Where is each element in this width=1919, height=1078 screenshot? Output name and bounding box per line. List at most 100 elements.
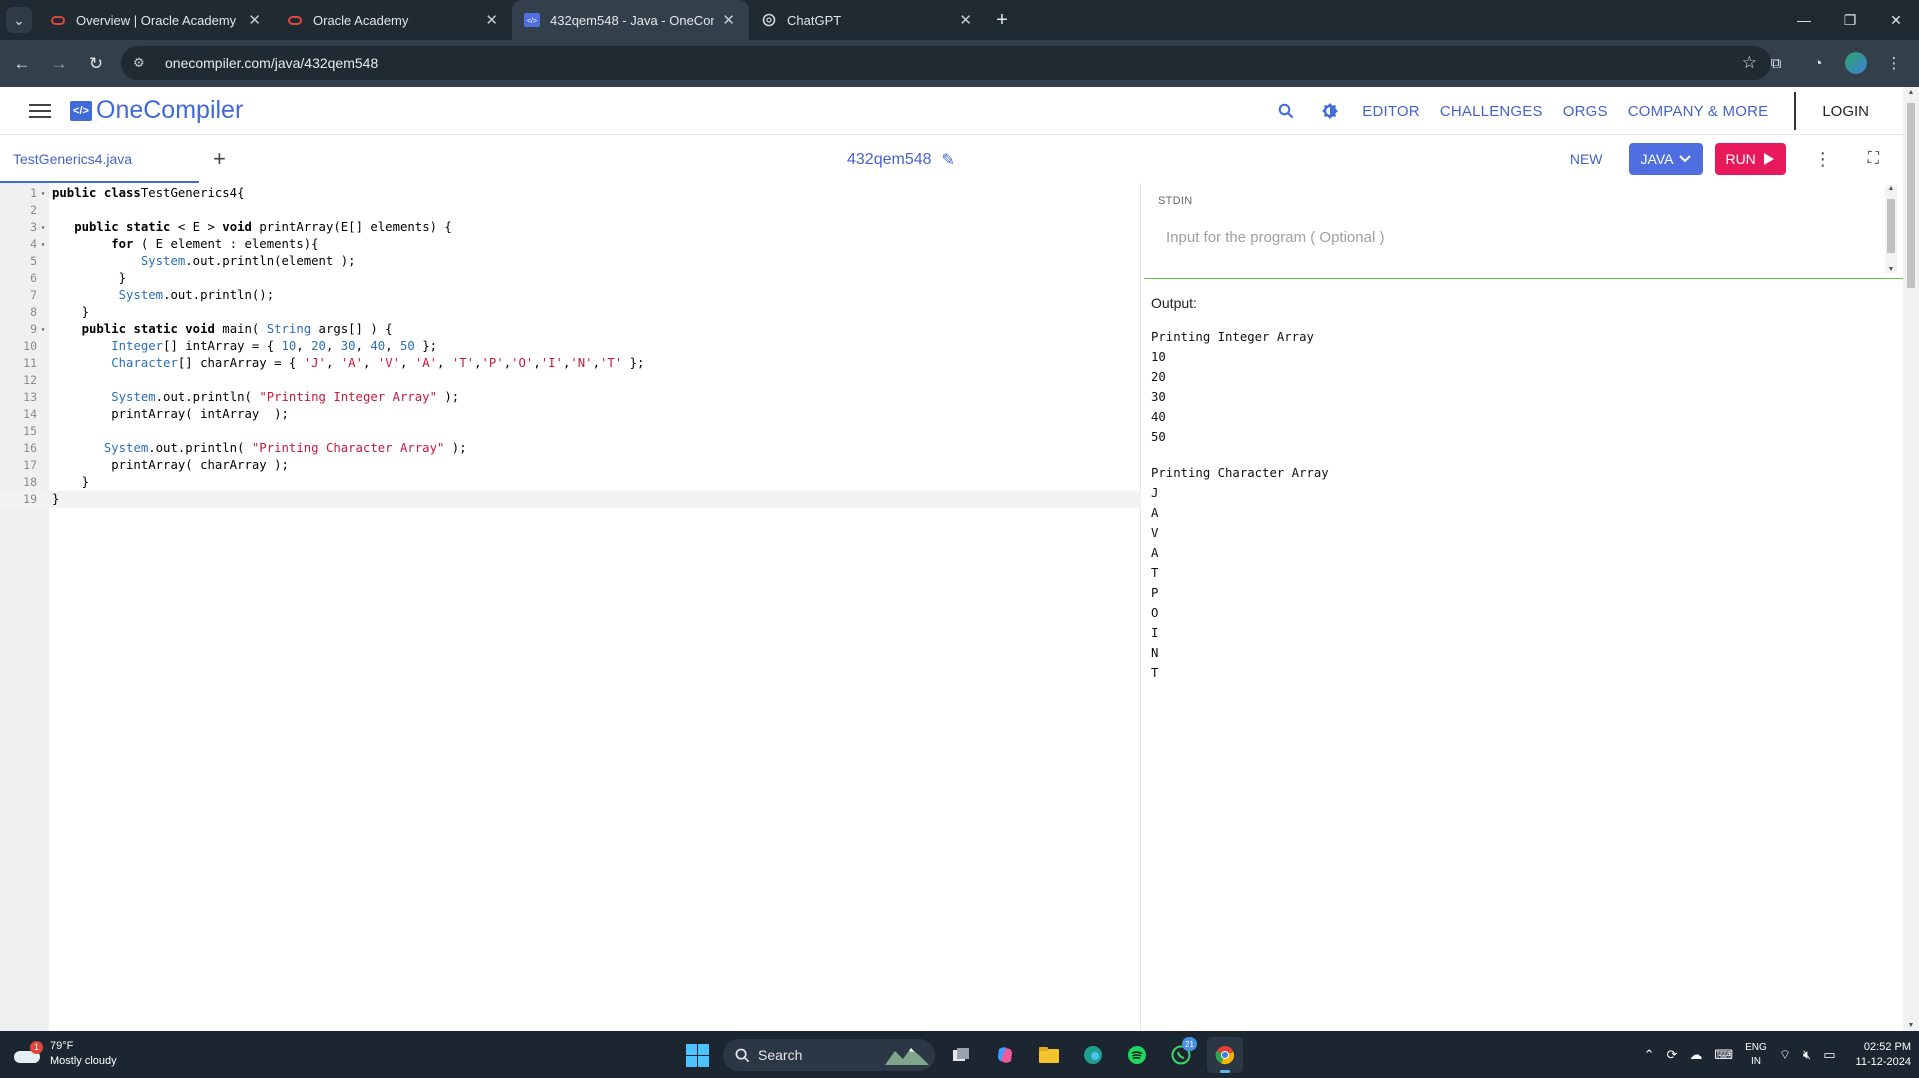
code-line[interactable]: 14 printArray( intArray ); xyxy=(0,406,1141,423)
scroll-up-arrow-icon[interactable]: ▲ xyxy=(1885,185,1897,192)
stdin-scrollbar[interactable]: ▲ ▼ xyxy=(1885,185,1897,273)
browser-tab-oracle-overview[interactable]: Overview | Oracle Academy ✕ xyxy=(38,0,275,40)
browser-menu-icon[interactable]: ⋮ xyxy=(1879,48,1909,78)
code-line[interactable]: 17 printArray( charArray ); xyxy=(0,457,1141,474)
code-token: [] charArray = { xyxy=(177,356,304,370)
battery-icon[interactable]: ▭ xyxy=(1823,1047,1835,1063)
code-token: 'O' xyxy=(511,356,534,370)
scroll-up-arrow-icon[interactable]: ▲ xyxy=(1903,89,1919,96)
new-button[interactable]: NEW xyxy=(1570,151,1603,167)
new-tab-button[interactable]: + xyxy=(986,0,1018,40)
chevron-up-icon[interactable]: ⌃ xyxy=(1644,1047,1655,1063)
nav-editor[interactable]: EDITOR xyxy=(1362,103,1420,120)
code-token: main( xyxy=(214,322,267,336)
code-line[interactable]: 12 xyxy=(0,372,1141,389)
search-icon[interactable] xyxy=(1264,103,1308,119)
fold-arrow-icon[interactable]: ▾ xyxy=(37,236,49,253)
keyboard-icon[interactable]: ⌨ xyxy=(1714,1047,1733,1063)
fold-arrow-icon[interactable]: ▾ xyxy=(37,185,49,202)
hamburger-menu-icon[interactable] xyxy=(29,103,51,118)
chrome-icon[interactable] xyxy=(1207,1037,1243,1073)
more-options-icon[interactable]: ⋮ xyxy=(1814,149,1832,170)
weather-widget[interactable]: 1 79°F Mostly cloudy xyxy=(14,1039,117,1069)
code-line[interactable]: 3 ▾ public static < E > void printArray(E… xyxy=(0,219,1141,236)
close-icon[interactable]: ✕ xyxy=(959,11,972,29)
forward-arrow-icon[interactable]: → xyxy=(44,49,74,79)
nav-orgs[interactable]: ORGS xyxy=(1563,103,1608,120)
fold-arrow-icon[interactable]: ▾ xyxy=(37,219,49,236)
url-input[interactable]: ⚙ onecompiler.com/java/432qem548 ☆ xyxy=(121,46,1771,80)
nav-challenges[interactable]: CHALLENGES xyxy=(1440,103,1543,120)
copilot-icon[interactable] xyxy=(987,1037,1023,1073)
theme-toggle-icon[interactable] xyxy=(1308,102,1352,120)
back-arrow-icon[interactable]: ← xyxy=(7,49,37,79)
code-line[interactable]: 8 } xyxy=(0,304,1141,321)
close-window-icon[interactable]: ✕ xyxy=(1873,0,1919,40)
clock[interactable]: 02:52 PM 11-12-2024 xyxy=(1856,1040,1911,1070)
code-line[interactable]: 7 System.out.println(); xyxy=(0,287,1141,304)
edge-icon[interactable] xyxy=(1075,1037,1111,1073)
site-info-icon[interactable]: ⚙ xyxy=(133,55,151,71)
language-indicator[interactable]: ENG IN xyxy=(1745,1041,1767,1069)
code-line[interactable]: 19} xyxy=(0,491,1141,508)
code-line[interactable]: 5 System.out.println(element ); xyxy=(0,253,1141,270)
profile-avatar-icon[interactable] xyxy=(1845,52,1867,74)
extensions-puzzle-icon[interactable]: ⧉ xyxy=(1761,48,1791,78)
code-line[interactable]: 6 } xyxy=(0,270,1141,287)
code-line[interactable]: 1 ▾ public classTestGenerics4{ xyxy=(0,185,1141,202)
fullscreen-icon[interactable]: ⛶ xyxy=(1868,150,1879,168)
code-line[interactable]: 11 Character[] charArray = { 'J', 'A', '… xyxy=(0,355,1141,372)
tab-search-button[interactable]: ⌄ xyxy=(0,0,38,40)
volume-muted-icon[interactable]: 🔇︎ xyxy=(1803,1047,1811,1063)
close-icon[interactable]: ✕ xyxy=(248,11,261,29)
file-explorer-icon[interactable] xyxy=(1031,1037,1067,1073)
code-line[interactable]: 13 System.out.println( "Printing Integer… xyxy=(0,389,1141,406)
reload-icon[interactable]: ↻ xyxy=(81,49,111,79)
restore-icon[interactable]: ❐ xyxy=(1827,0,1873,40)
scroll-down-arrow-icon[interactable]: ▼ xyxy=(1885,266,1897,273)
sync-icon[interactable]: ⟳ xyxy=(1666,1047,1677,1063)
stdin-input[interactable]: Input for the program ( Optional ) xyxy=(1166,229,1384,246)
wifi-icon[interactable]: ⌔ xyxy=(1779,1047,1791,1063)
code-lines[interactable]: 1 ▾ public classTestGenerics4{2 3 ▾ public s… xyxy=(0,185,1141,508)
browser-tab-chatgpt[interactable]: ChatGPT ✕ xyxy=(749,0,986,40)
windows-taskbar: 1 79°F Mostly cloudy Search 21 ⌃ ⟳ ☁ ⌨ E… xyxy=(0,1031,1919,1078)
close-icon[interactable]: ✕ xyxy=(722,11,735,29)
code-line[interactable]: 9 ▾ public static void main( String args[… xyxy=(0,321,1141,338)
minimize-icon[interactable]: — xyxy=(1781,0,1827,40)
taskbar-search[interactable]: Search xyxy=(723,1039,935,1071)
pencil-edit-icon[interactable]: ✎ xyxy=(942,150,955,170)
language-select[interactable]: JAVA xyxy=(1628,143,1704,175)
login-button[interactable]: LOGIN xyxy=(1822,103,1869,120)
onecompiler-logo[interactable]: </> OneCompiler xyxy=(70,96,243,125)
code-line[interactable]: 4 ▾ for ( E element : elements){ xyxy=(0,236,1141,253)
bookmark-star-icon[interactable]: ☆ xyxy=(1742,53,1757,73)
add-file-icon[interactable]: + xyxy=(213,146,226,172)
code-line[interactable]: 15 xyxy=(0,423,1141,440)
code-line[interactable]: 2 xyxy=(0,202,1141,219)
scrollbar-thumb[interactable] xyxy=(1907,103,1915,288)
scrollbar-thumb[interactable] xyxy=(1887,199,1895,253)
code-line[interactable]: 16 System.out.println( "Printing Charact… xyxy=(0,440,1141,457)
page-scrollbar[interactable]: ▲ ▼ xyxy=(1903,87,1919,1031)
code-editor[interactable]: 1 ▾ public classTestGenerics4{2 3 ▾ public s… xyxy=(0,183,1141,1031)
code-line[interactable]: 18 } xyxy=(0,474,1141,491)
fold-arrow-icon[interactable]: ▾ xyxy=(37,321,49,338)
line-number: 1 xyxy=(30,186,37,200)
code-line[interactable]: 10 Integer[] intArray = { 10, 20, 30, 40… xyxy=(0,338,1141,355)
windows-start-icon[interactable] xyxy=(679,1037,715,1073)
onedrive-cloud-icon[interactable]: ☁ xyxy=(1689,1047,1702,1063)
run-button[interactable]: RUN xyxy=(1715,143,1786,175)
tab-label: 432qem548 - Java - OneCompil xyxy=(550,12,714,28)
project-title[interactable]: 432qem548 ✎ xyxy=(847,150,955,170)
browser-tab-onecompiler[interactable]: </> 432qem548 - Java - OneCompil ✕ xyxy=(512,0,749,40)
nav-company-more[interactable]: COMPANY & MORE xyxy=(1628,103,1769,120)
scroll-down-arrow-icon[interactable]: ▼ xyxy=(1903,1022,1919,1029)
file-tab[interactable]: TestGenerics4.java xyxy=(0,135,199,183)
spotify-icon[interactable] xyxy=(1119,1037,1155,1073)
browser-tab-oracle-academy[interactable]: Oracle Academy ✕ xyxy=(275,0,512,40)
task-view-icon[interactable] xyxy=(943,1037,979,1073)
whatsapp-icon[interactable]: 21 xyxy=(1163,1037,1199,1073)
close-icon[interactable]: ✕ xyxy=(485,11,498,29)
performance-icon[interactable]: ◔ xyxy=(1803,48,1833,78)
